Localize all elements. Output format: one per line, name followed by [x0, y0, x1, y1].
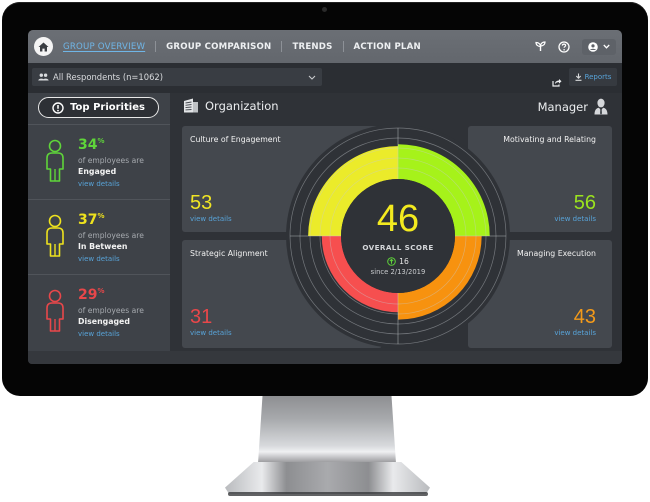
disengaged-view-details-link[interactable]: view details: [78, 330, 120, 338]
sprout-icon: [535, 41, 546, 51]
disengaged-percent: 29%: [78, 287, 105, 303]
card-title: Managing Execution: [517, 249, 596, 258]
top-priorities-button[interactable]: Top Priorities: [38, 97, 159, 118]
help-button[interactable]: [558, 40, 570, 53]
monitor-stand-base: [225, 462, 430, 494]
engaged-desc: of employees are: [78, 156, 144, 165]
download-icon: [575, 73, 582, 81]
reports-button[interactable]: Reports: [569, 68, 617, 86]
disengaged-desc: of employees are: [78, 306, 144, 315]
overall-score-gauge: [286, 124, 510, 348]
alert-icon: [52, 101, 64, 114]
top-priorities-label: Top Priorities: [70, 102, 145, 113]
view-details-link[interactable]: view details: [190, 329, 232, 337]
engaged-label: Engaged: [78, 167, 117, 176]
person-in-between-icon: [46, 214, 64, 257]
view-details-link[interactable]: view details: [554, 329, 596, 337]
card-score: 53: [190, 192, 213, 214]
group-in-between: 37% of employees are In Between view det…: [28, 199, 170, 273]
screen-footer: [28, 351, 622, 364]
tab-trends[interactable]: TRENDS: [282, 42, 342, 52]
chevron-down-icon: [603, 44, 610, 49]
card-score: 31: [190, 306, 213, 328]
users-icon: [38, 73, 49, 81]
respondents-label: All Respondents (n=1062): [53, 72, 164, 82]
in-between-percent: 37%: [78, 212, 105, 228]
in-between-desc: of employees are: [78, 231, 144, 240]
home-button[interactable]: [34, 37, 53, 56]
manager-icon: [594, 98, 608, 115]
screen: GROUP OVERVIEW GROUP COMPARISON TRENDS A…: [28, 30, 622, 364]
engaged-view-details-link[interactable]: view details: [78, 180, 120, 188]
engaged-percent: 34%: [78, 137, 105, 153]
card-title: Motivating and Relating: [503, 135, 596, 144]
respondents-dropdown[interactable]: All Respondents (n=1062): [32, 68, 322, 86]
organization-header: Organization: [183, 98, 279, 113]
share-button[interactable]: [552, 72, 562, 91]
card-title: Strategic Alignment: [190, 249, 268, 258]
reports-label: Reports: [584, 73, 612, 81]
home-icon: [38, 42, 49, 51]
gauge-center: [341, 179, 455, 293]
card-title: Culture of Engagement: [190, 135, 281, 144]
top-nav: GROUP OVERVIEW GROUP COMPARISON TRENDS A…: [28, 30, 622, 63]
nav-actions: [535, 38, 622, 55]
help-icon: [558, 40, 570, 53]
group-engaged: 34% of employees are Engaged view detail…: [28, 124, 170, 198]
engagement-panel: Top Priorities 34% of employees are Enga…: [28, 93, 170, 351]
in-between-view-details-link[interactable]: view details: [78, 255, 120, 263]
chevron-down-icon: [308, 75, 316, 80]
tab-group-comparison[interactable]: GROUP COMPARISON: [156, 42, 281, 52]
tab-group-overview[interactable]: GROUP OVERVIEW: [53, 42, 155, 52]
sprout-button[interactable]: [535, 41, 546, 52]
person-disengaged-icon: [46, 289, 64, 332]
manager-header: Manager: [538, 98, 608, 115]
user-menu[interactable]: [582, 38, 616, 55]
in-between-label: In Between: [78, 242, 128, 251]
tab-action-plan[interactable]: ACTION PLAN: [344, 42, 431, 52]
filter-bar: All Respondents (n=1062) Reports: [28, 63, 622, 93]
card-score: 56: [573, 192, 596, 214]
monitor-stand-shadow: [228, 492, 428, 496]
disengaged-label: Disengaged: [78, 317, 130, 326]
manager-title: Manager: [537, 99, 588, 114]
group-disengaged: 29% of employees are Disengaged view det…: [28, 274, 170, 348]
card-score: 43: [573, 306, 596, 328]
building-icon: [184, 98, 198, 113]
view-details-link[interactable]: view details: [190, 215, 232, 223]
monitor-camera: [322, 7, 327, 12]
user-icon: [588, 41, 598, 52]
share-icon: [552, 79, 562, 87]
view-details-link[interactable]: view details: [554, 215, 596, 223]
organization-title: Organization: [205, 98, 279, 113]
person-engaged-icon: [46, 139, 64, 182]
